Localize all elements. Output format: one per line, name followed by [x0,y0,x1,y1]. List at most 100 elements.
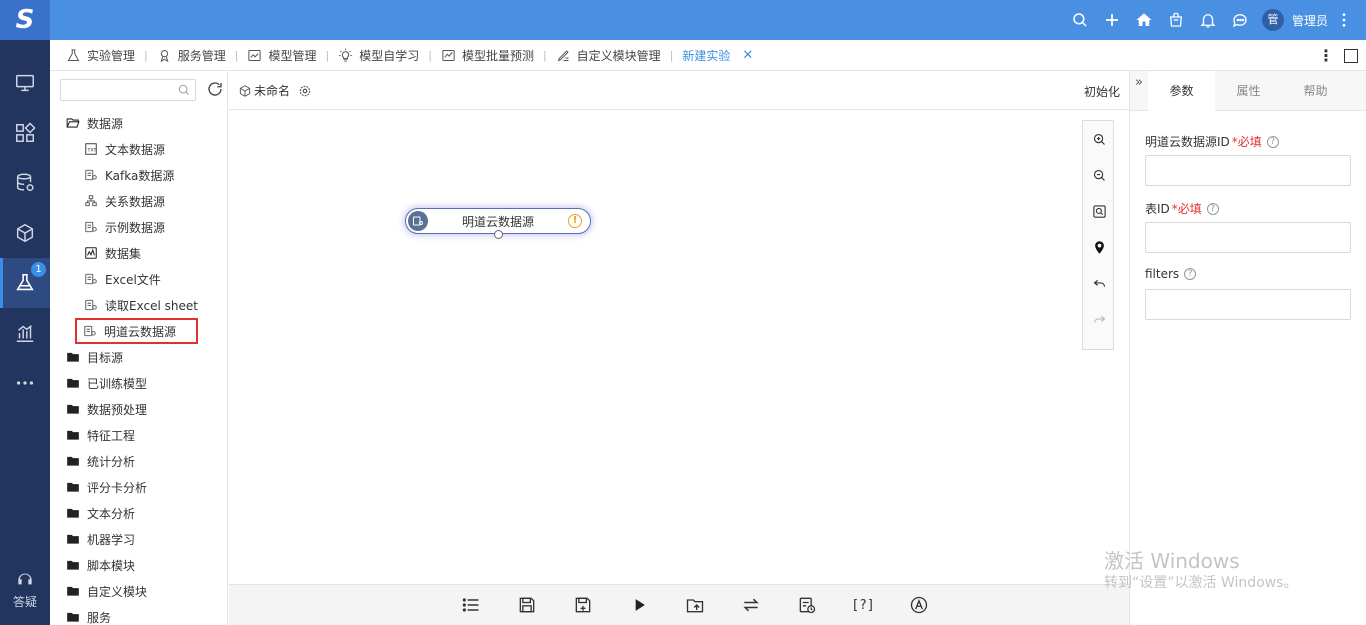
datasource-icon [84,272,105,286]
filters-input[interactable] [1145,289,1351,320]
tab-experiment-management[interactable]: 实验管理 [66,47,135,64]
refresh-icon[interactable] [206,80,224,98]
zoom-out-button[interactable] [1083,157,1115,193]
tree-folder[interactable]: 自定义模块 [50,578,227,604]
experiment-name[interactable]: 未命名 [238,82,312,99]
properties-panel: » 参数 属性 帮助 明道云数据源ID *必填? 表ID *必填? filters? [1129,71,1366,625]
fit-view-button[interactable] [1083,193,1115,229]
undo-button[interactable] [1083,265,1115,301]
tab-separator: | [428,48,432,62]
top-bar: 管 管理员 [50,0,1366,40]
tab-service-management[interactable]: 服务管理 [157,47,226,64]
tree-folder[interactable]: 数据源 [50,110,227,136]
nav-dashboard[interactable] [0,108,50,158]
tab-attributes[interactable]: 属性 [1215,71,1282,111]
help-button[interactable]: 答疑 [0,565,50,615]
tree-leaf[interactable]: TXT 文本数据源 [50,136,227,162]
save-as-button[interactable] [555,595,611,615]
schedule-button[interactable] [779,595,835,615]
tree-leaf[interactable]: 读取Excel sheet [50,292,227,318]
auto-layout-button[interactable] [891,595,947,615]
svg-text:TXT: TXT [87,147,97,153]
collapse-panel-icon[interactable]: » [1130,71,1148,111]
headset-icon [18,573,32,584]
tab-model-management[interactable]: 模型管理 [247,47,316,64]
settings-icon[interactable] [298,84,312,98]
tree-folder[interactable]: 数据预处理 [50,396,227,422]
help-circle-icon[interactable]: ? [1206,202,1219,215]
tab-help[interactable]: 帮助 [1282,71,1349,111]
zoom-in-button[interactable] [1083,121,1115,157]
tree-leaf[interactable]: 示例数据源 [50,214,227,240]
initialize-button[interactable]: 初始化 [1084,83,1120,100]
tree-leaf[interactable]: 明道云数据源 [75,318,198,344]
dataset-icon [84,246,105,260]
tab-custom-module-management[interactable]: 自定义模块管理 [556,47,661,64]
tree-folder[interactable]: 目标源 [50,344,227,370]
add-button[interactable] [1096,0,1128,40]
nav-monitor[interactable] [0,58,50,108]
switch-button[interactable] [723,595,779,615]
nav-statistics[interactable] [0,308,50,358]
tree-leaf[interactable]: Excel文件 [50,266,227,292]
node-datasource-icon [408,211,428,231]
user-name[interactable]: 管理员 [1292,12,1328,29]
field-label-filters: filters? [1145,267,1197,281]
play-icon [635,599,645,611]
tree-folder[interactable]: 特征工程 [50,422,227,448]
redo-button[interactable] [1083,301,1115,337]
warning-icon[interactable]: ! [568,214,582,228]
source-id-input[interactable] [1145,155,1351,186]
tree-folder[interactable]: 已训练模型 [50,370,227,396]
relation-icon [84,194,105,208]
avatar[interactable]: 管 [1261,9,1284,31]
export-button[interactable] [667,595,723,615]
locate-button[interactable] [1083,229,1115,265]
home-button[interactable] [1128,0,1160,40]
nav-experiments[interactable]: 1 [0,258,50,308]
tab-batch-prediction[interactable]: 模型批量预测 [441,47,534,64]
nav-more[interactable] [0,358,50,408]
workflow-canvas[interactable]: 明道云数据源 ! [229,110,1129,584]
datasource-icon [83,324,104,338]
table-id-input[interactable] [1145,222,1351,253]
folder-icon [66,532,87,546]
tabs-more-icon[interactable]: ⋮ [1316,46,1336,65]
tree-leaf[interactable]: 关系数据源 [50,188,227,214]
close-icon[interactable]: ✕ [742,48,753,63]
tree-item-label: 文本数据源 [105,142,166,157]
tree-leaf[interactable]: Kafka数据源 [50,162,227,188]
flask-icon [67,48,80,61]
tree-folder[interactable]: 统计分析 [50,448,227,474]
tree-folder[interactable]: 评分卡分析 [50,474,227,500]
tree-folder[interactable]: 文本分析 [50,500,227,526]
header-more-button[interactable] [1334,0,1354,40]
maximize-icon[interactable] [1344,48,1358,63]
tree-folder[interactable]: 脚本模块 [50,552,227,578]
tab-parameters[interactable]: 参数 [1148,71,1215,111]
messages-button[interactable] [1224,0,1256,40]
search-button[interactable] [1064,0,1096,40]
tab-new-experiment[interactable]: 新建实验 ✕ [682,47,753,64]
list-button[interactable] [443,595,499,615]
app-logo[interactable]: S [0,0,50,40]
tree-folder[interactable]: 服务 [50,604,227,625]
notifications-button[interactable] [1192,0,1224,40]
help-bracket-button[interactable]: [?] [835,598,891,613]
help-circle-icon[interactable]: ? [1266,135,1279,148]
run-button[interactable] [611,595,667,615]
txt-file-icon: TXT [84,142,105,156]
help-label: 答疑 [12,594,37,609]
save-button[interactable] [499,595,555,615]
tab-model-self-learning[interactable]: 模型自学习 [338,47,419,64]
nav-packages[interactable] [0,208,50,258]
nav-database[interactable] [0,158,50,208]
store-button[interactable] [1160,0,1192,40]
node-output-port[interactable] [494,230,503,239]
more-vertical-icon [1342,13,1346,27]
workflow-node[interactable]: 明道云数据源 ! [405,208,591,239]
help-circle-icon[interactable]: ? [1184,268,1197,280]
tree-leaf[interactable]: 数据集 [50,240,227,266]
tree-folder[interactable]: 机器学习 [50,526,227,552]
tree-search-input[interactable] [60,79,196,101]
